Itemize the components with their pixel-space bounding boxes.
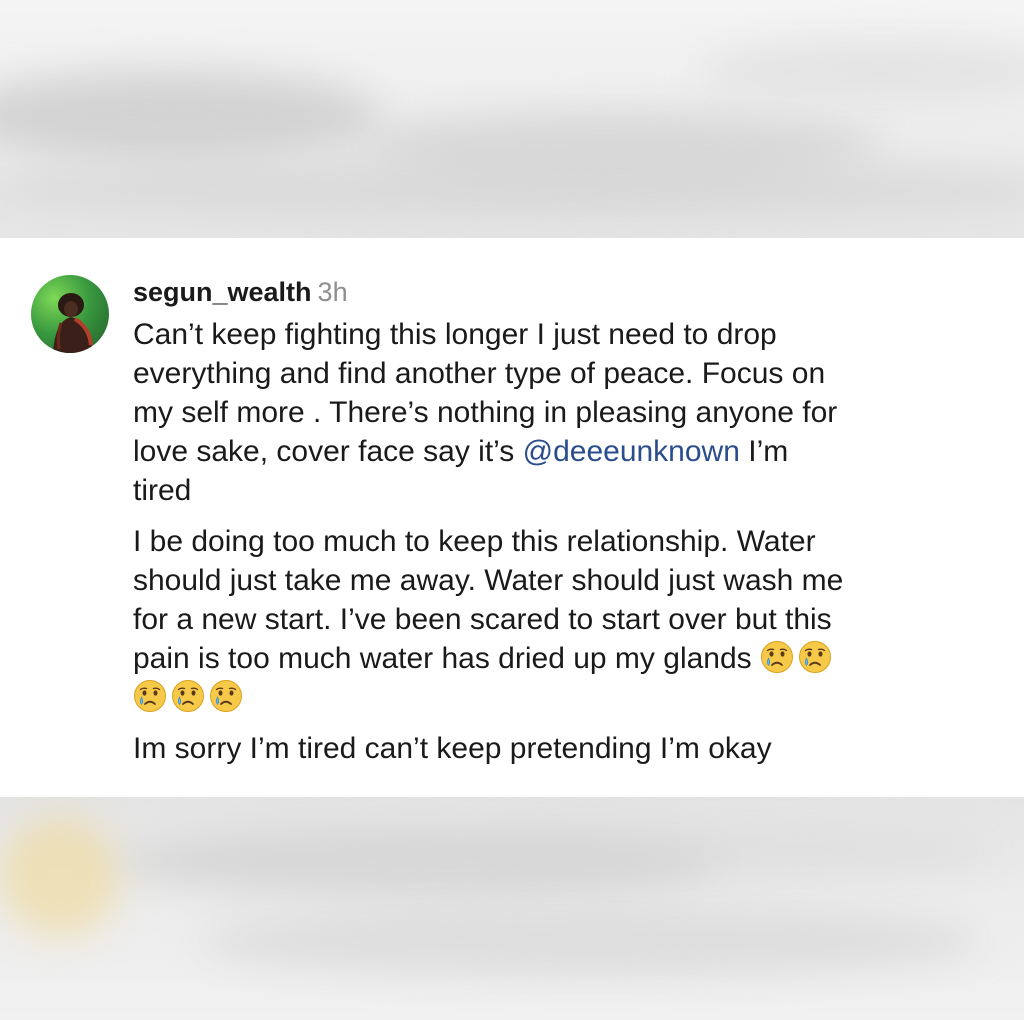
blurred-background-bottom [0, 797, 1024, 1020]
paragraph-line: pain is too much water has dried up my g… [133, 639, 993, 678]
comment-paragraph-3: Im sorry I’m tired can’t keep pretending… [133, 732, 772, 765]
paragraph-line: should just take me away. Water should j… [133, 564, 844, 597]
comment-header: segun_wealth 3h [133, 274, 993, 310]
emoji-line [133, 678, 993, 717]
paragraph-line: my self more . There’s nothing in pleasi… [133, 396, 838, 429]
crying-face-emoji-icon [798, 640, 832, 674]
crying-face-emoji-icon [760, 640, 794, 674]
paragraph-line: tired [133, 474, 192, 507]
comment-body: segun_wealth 3h Can’t keep fighting this … [133, 274, 993, 768]
mention-link[interactable]: @deeeunknown [523, 435, 740, 468]
paragraph-line: love sake, cover face say it’s @deeeunkn… [133, 432, 993, 471]
avatar[interactable] [31, 275, 109, 353]
paragraph-line: everything and find another type of peac… [133, 357, 826, 390]
timestamp: 3h [317, 277, 348, 307]
paragraph-text: pain is too much water has dried up my g… [133, 642, 760, 675]
username-link[interactable]: segun_wealth [133, 277, 312, 307]
comment-card: segun_wealth 3h Can’t keep fighting this … [0, 238, 1024, 797]
crying-face-emoji-icon [209, 679, 243, 713]
paragraph-text: love sake, cover face say it’s [133, 435, 523, 468]
crying-face-emoji-icon [133, 679, 167, 713]
paragraph-line: for a new start. I’ve been scared to sta… [133, 603, 832, 636]
comment-paragraph-1: Can’t keep fighting this longer I just n… [133, 315, 993, 510]
blurred-background-top [0, 0, 1024, 238]
paragraph-text: I’m [739, 435, 789, 468]
crying-face-emoji-icon [171, 679, 205, 713]
comment-paragraph-2: I be doing too much to keep this relatio… [133, 522, 993, 717]
paragraph-line: I be doing too much to keep this relatio… [133, 525, 816, 558]
paragraph-line: Can’t keep fighting this longer I just n… [133, 318, 777, 351]
